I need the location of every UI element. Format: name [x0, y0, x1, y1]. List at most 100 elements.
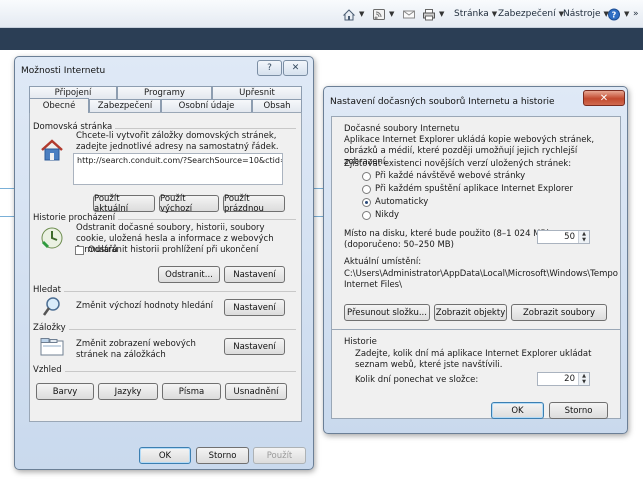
security-menu[interactable]: Zabezpečení ▼	[498, 6, 564, 22]
chevron-down-icon: ▼	[439, 10, 445, 18]
mail-icon	[403, 10, 415, 18]
magnifier-icon	[42, 297, 60, 316]
tabs-description: Změnit zobrazení webových stránek na zál…	[76, 339, 196, 360]
home-page-description: Chcete-li vytvořit záložky domovských st…	[76, 131, 279, 152]
disk-space-spinner[interactable]: 50 ▲ ▼	[537, 230, 590, 244]
current-location-label: Aktuální umístění:	[344, 257, 422, 267]
use-default-button[interactable]: Použít výchozí	[159, 194, 219, 214]
apply-button[interactable]: Použít	[253, 447, 306, 464]
tabs-settings-button[interactable]: Nastavení	[224, 338, 285, 355]
tab-privacy[interactable]: Osobní údaje	[161, 99, 252, 112]
security-menu-label: Zabezpečení	[498, 9, 556, 19]
close-title-button[interactable]: ✕	[283, 60, 308, 76]
close-icon: ✕	[291, 63, 300, 73]
section-divider	[36, 371, 296, 372]
radio-never[interactable]	[362, 211, 371, 220]
history-section-description: Zadejte, kolik dní má aplikace Internet …	[355, 349, 592, 370]
disk-space-value: 50	[564, 232, 575, 242]
radio-automatic-label: Automaticky	[375, 197, 429, 207]
page-menu-label: Stránka	[454, 9, 489, 19]
toolbar-more-label: »	[633, 9, 639, 19]
delete-history-button[interactable]: Odstranit...	[158, 266, 220, 283]
use-blank-button[interactable]: Použít prázdnou	[223, 194, 285, 214]
radio-automatic[interactable]	[362, 198, 371, 207]
help-icon: ?	[608, 8, 620, 20]
history-icon	[41, 227, 63, 249]
chevron-down-icon: ▼	[389, 10, 395, 18]
radio-every-visit-label: Při každé návštěvě webové stránky	[375, 171, 526, 181]
tab-programs[interactable]: Programy	[117, 86, 212, 99]
section-divider	[36, 329, 296, 330]
languages-button[interactable]: Jazyky	[98, 383, 158, 400]
move-folder-button[interactable]: Přesunout složku...	[344, 304, 430, 321]
chevron-down-icon: ▼	[624, 10, 630, 18]
settings-panel: Dočasné soubory Internetu Aplikace Inter…	[331, 116, 621, 419]
browser-tab-band	[0, 28, 643, 50]
search-description: Změnit výchozí hodnoty hledání	[76, 301, 213, 311]
days-to-keep-spinner[interactable]: 20 ▲ ▼	[537, 372, 590, 386]
delete-history-on-exit-label: Odstranit historii prohlížení při ukonče…	[88, 245, 259, 255]
tabbed-window-icon	[40, 338, 64, 356]
mail-button[interactable]	[402, 6, 416, 22]
section-divider	[36, 291, 296, 292]
spinner-arrows-icon[interactable]: ▲ ▼	[578, 231, 589, 243]
days-to-keep-label: Kolik dní ponechat ve složce:	[355, 375, 479, 385]
general-tab-panel: Domovská stránka Chcete-li vytvořit zálo…	[29, 112, 302, 422]
rss-feed-icon	[373, 8, 385, 20]
print-button[interactable]: ▼	[422, 6, 444, 22]
disk-space-label: Místo na disku, které bude použito (8–1 …	[344, 229, 553, 239]
help-button[interactable]: ? ▼	[607, 6, 629, 22]
use-current-button[interactable]: Použít aktuální	[93, 194, 155, 214]
temp-files-section-label: Dočasné soubory Internetu	[344, 124, 460, 134]
chevron-down-icon: ▼	[491, 10, 498, 18]
accessibility-button[interactable]: Usnadnění	[225, 383, 287, 400]
radio-every-start-label: Při každém spuštění aplikace Internet Ex…	[375, 184, 573, 194]
dialog-title: Nastavení dočasných souborů Internetu a …	[330, 97, 555, 107]
tabs-label: Záložky	[33, 323, 69, 333]
feeds-button[interactable]: ▼	[372, 6, 394, 22]
close-icon: ✕	[599, 92, 609, 104]
radio-every-start[interactable]	[362, 185, 371, 194]
colors-button[interactable]: Barvy	[36, 383, 94, 400]
close-title-button[interactable]: ✕	[583, 90, 625, 106]
history-section-label: Historie	[344, 337, 377, 347]
tools-menu[interactable]: Nástroje ▼	[563, 6, 609, 22]
cancel-button[interactable]: Storno	[196, 447, 249, 464]
page-menu[interactable]: Stránka ▼	[454, 6, 497, 22]
internet-options-dialog: Možnosti Internetu ? ✕ Připojení Program…	[14, 56, 314, 470]
spinner-arrows-icon[interactable]: ▲ ▼	[578, 373, 589, 385]
fonts-button[interactable]: Písma	[162, 383, 221, 400]
disk-space-recommended: (doporučeno: 50–250 MB)	[344, 240, 454, 250]
radio-every-visit[interactable]	[362, 172, 371, 181]
chevron-down-icon: ▼	[359, 10, 365, 18]
current-location-path: C:\Users\Administrator\AppData\Local\Mic…	[344, 269, 619, 290]
help-title-button[interactable]: ?	[257, 60, 282, 76]
ok-button[interactable]: OK	[139, 447, 191, 464]
toolbar-overflow[interactable]: »	[633, 6, 639, 22]
svg-text:?: ?	[612, 10, 617, 19]
section-divider	[332, 329, 620, 330]
tools-menu-label: Nástroje	[563, 9, 601, 19]
tab-content[interactable]: Obsah	[252, 99, 302, 112]
cancel-button[interactable]: Storno	[549, 402, 608, 419]
tab-security[interactable]: Zabezpečení	[89, 99, 161, 112]
history-settings-button[interactable]: Nastavení	[224, 266, 285, 283]
search-settings-button[interactable]: Nastavení	[224, 299, 285, 316]
days-to-keep-value: 20	[564, 374, 575, 384]
home-page-url-input[interactable]: http://search.conduit.com/?SearchSource=…	[73, 153, 283, 185]
browsing-history-label: Historie procházení	[33, 213, 119, 223]
tab-advanced[interactable]: Upřesnit	[212, 86, 302, 99]
view-files-button[interactable]: Zobrazit soubory	[511, 304, 607, 321]
view-objects-button[interactable]: Zobrazit objekty	[434, 304, 507, 321]
printer-icon	[423, 8, 435, 20]
radio-never-label: Nikdy	[375, 210, 400, 220]
tab-general[interactable]: Obecné	[29, 98, 89, 113]
dialog-title: Možnosti Internetu	[21, 66, 106, 76]
temp-files-settings-dialog: Nastavení dočasných souborů Internetu a …	[323, 86, 628, 434]
check-newer-label: Zjišťovat existenci novějších verzí ulož…	[344, 159, 572, 169]
delete-history-on-exit-checkbox[interactable]	[75, 246, 84, 255]
home-button[interactable]: ▼	[342, 6, 364, 22]
house-icon	[41, 139, 63, 161]
ok-button[interactable]: OK	[491, 402, 544, 419]
browser-command-bar: ▼ ▼ ▼ Stránka ▼ Zabezpečení ▼ Nástroje ▼…	[0, 0, 643, 28]
